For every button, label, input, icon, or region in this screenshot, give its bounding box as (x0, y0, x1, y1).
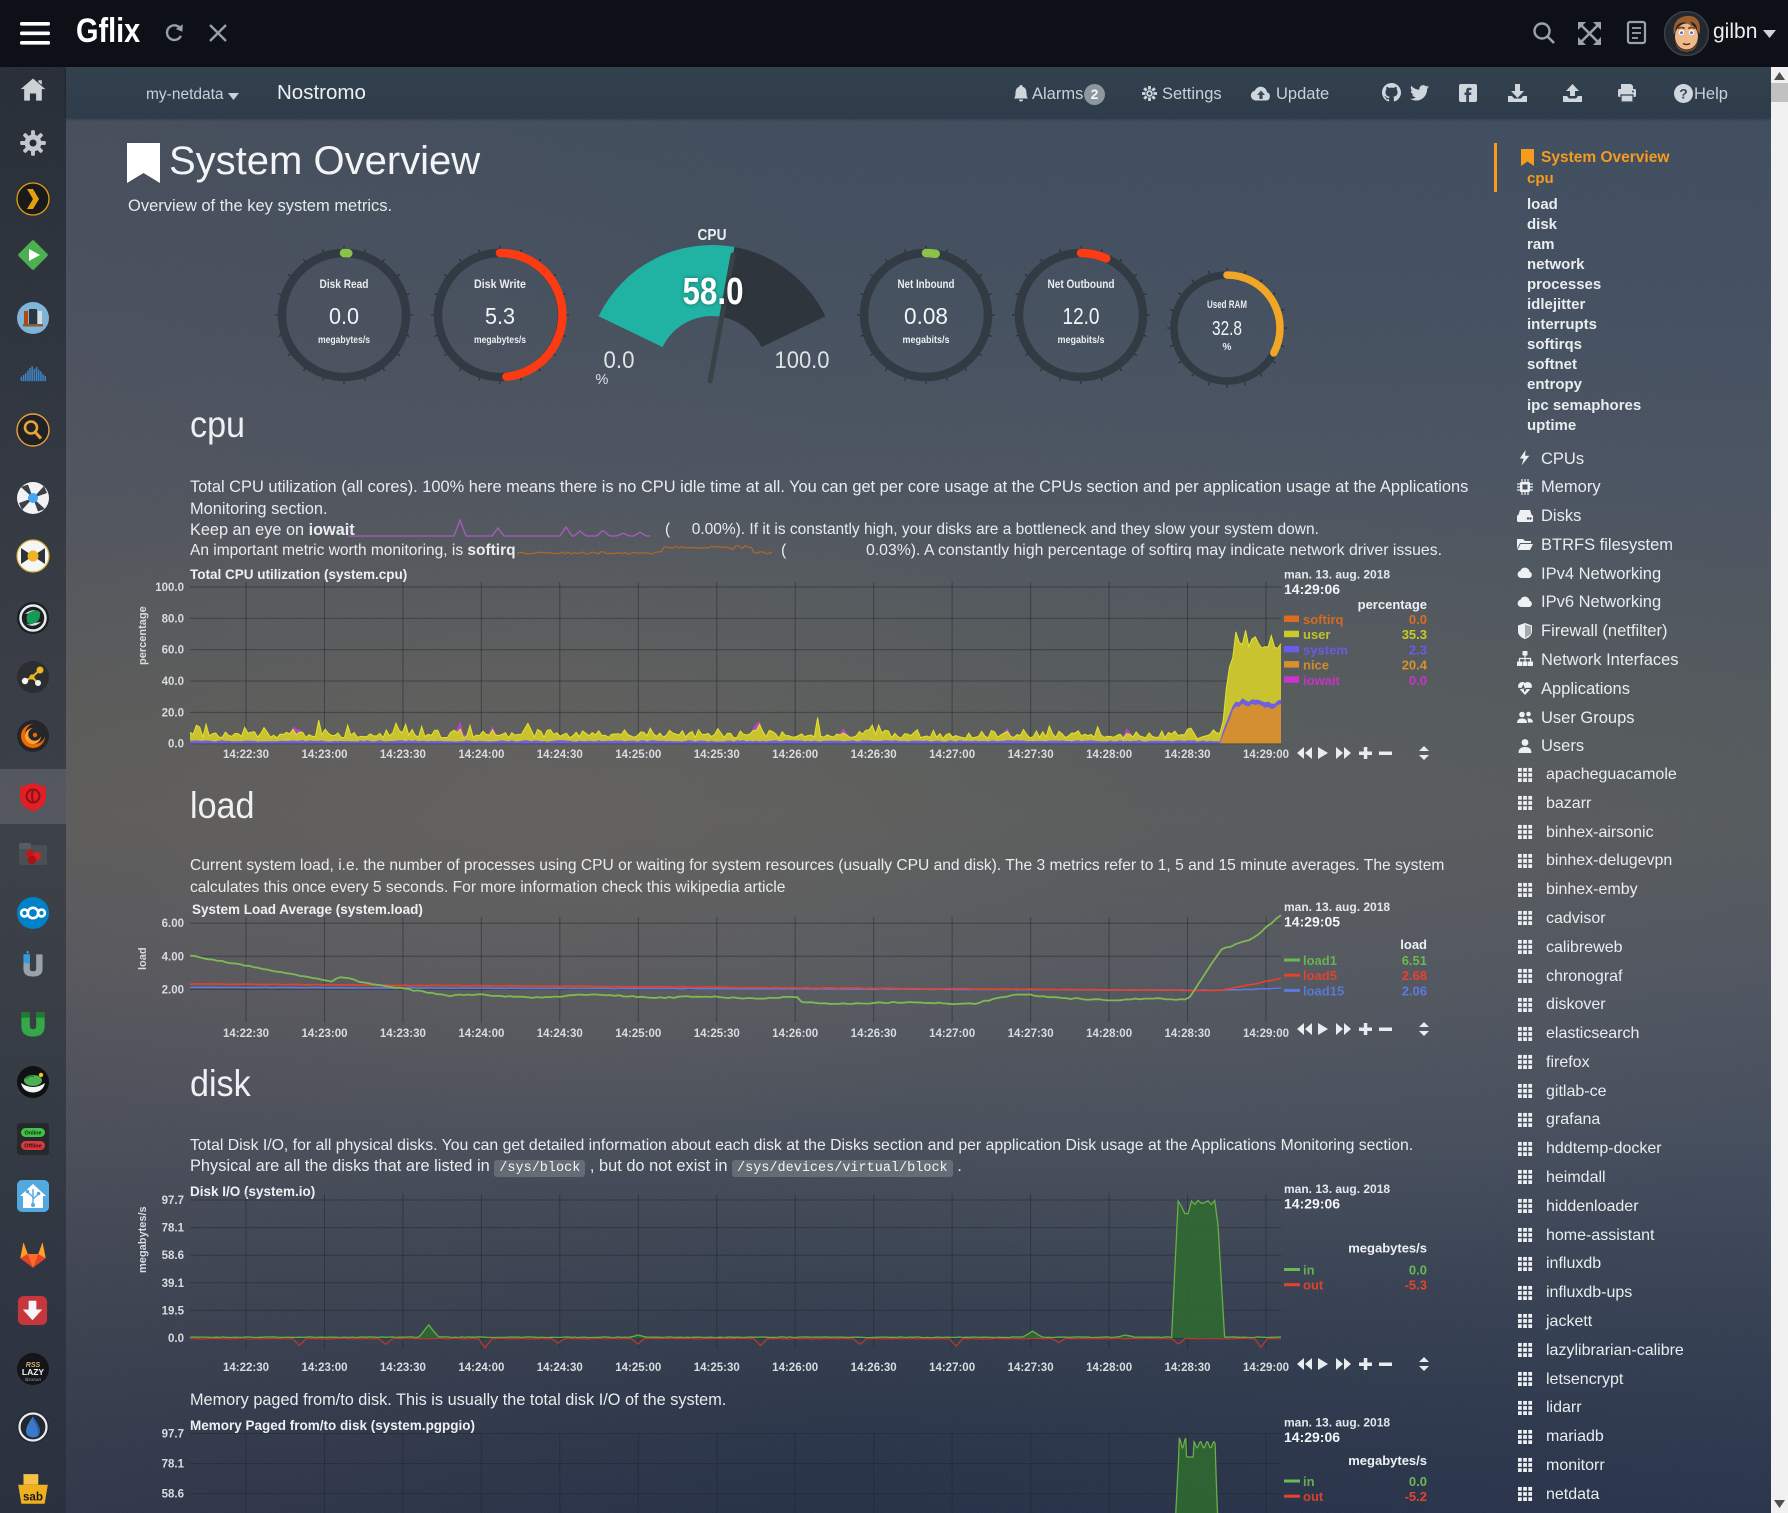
svg-text:-5.2: -5.2 (1405, 1489, 1427, 1504)
svg-text:in: in (1303, 1474, 1315, 1489)
svg-text:Memory Paged from/to disk (sys: Memory Paged from/to disk (system.pgpgio… (190, 1418, 475, 1433)
svg-text:out: out (1303, 1489, 1324, 1504)
svg-text:14:29:06: 14:29:06 (1284, 1429, 1340, 1445)
svg-text:58.6: 58.6 (162, 1489, 184, 1501)
svg-text:97.7: 97.7 (162, 1429, 184, 1441)
svg-text:0.0: 0.0 (1409, 1474, 1427, 1489)
svg-text:78.1: 78.1 (162, 1459, 185, 1471)
svg-text:megabytes/s: megabytes/s (1348, 1453, 1427, 1468)
svg-text:man. 13. aug. 2018: man. 13. aug. 2018 (1284, 1416, 1390, 1430)
